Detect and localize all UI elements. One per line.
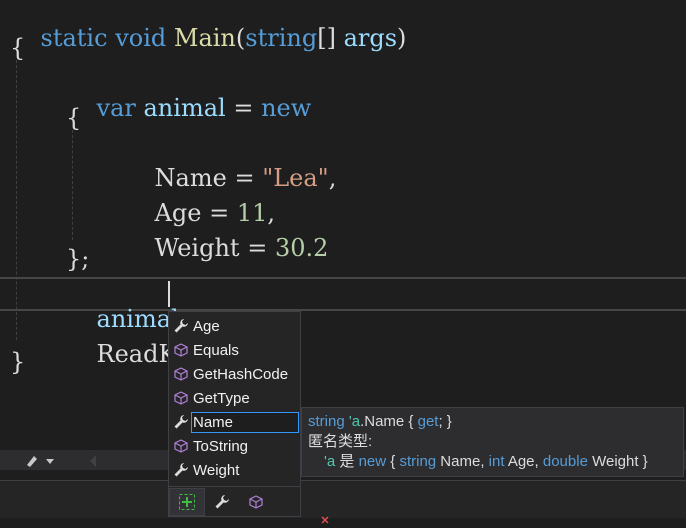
tooltip-text: .Name { [360, 413, 418, 430]
operator: = [233, 94, 254, 122]
tooltip-text: Age, [504, 453, 543, 470]
method-name: Main [173, 24, 236, 52]
type-keyword: string [245, 24, 318, 52]
anonymous-type: 'a [324, 453, 336, 470]
code-line-3: var animal = new [66, 72, 312, 144]
punctuation: [] [317, 24, 336, 52]
completion-item-tostring[interactable]: ToString [169, 434, 300, 458]
code-line-1: static void Main(string[] args) [10, 2, 407, 74]
keyword: static [40, 24, 108, 52]
brush-icon[interactable] [24, 451, 58, 473]
property: Weight [154, 234, 240, 262]
type-keyword: int [488, 453, 505, 470]
completion-item-age[interactable]: Age [169, 314, 300, 338]
completion-item-gethashcode[interactable]: GetHashCode [169, 362, 300, 386]
punctuation: , [328, 164, 337, 192]
type-keyword: string [399, 453, 437, 470]
output-panel [0, 480, 686, 524]
tooltip-anon-label: 匿名类型: [308, 433, 373, 450]
tooltip-text: Weight } [587, 453, 648, 470]
code-line-11: } [10, 348, 26, 376]
keyword: new [261, 94, 312, 122]
tooltip-text: { [386, 453, 400, 470]
code-line-2: { [10, 34, 26, 62]
completion-item-label: ToString [193, 437, 249, 455]
wrench-icon [169, 414, 193, 430]
cube-icon [169, 343, 193, 357]
tooltip-signature: string 'a.Name { get; } [308, 412, 677, 432]
completion-item-label: Name [191, 411, 299, 433]
code-line-7: Weight = 30.2 [124, 212, 329, 284]
completion-item-gettype[interactable]: GetType [169, 386, 300, 410]
punctuation: ( [235, 24, 246, 52]
completion-item-label: GetHashCode [193, 365, 289, 383]
wrench-icon [169, 462, 193, 478]
keyword: var [96, 94, 136, 122]
completion-item-label: GetType [193, 389, 250, 407]
variable: animal [143, 94, 226, 122]
add-filter-icon[interactable] [169, 488, 205, 516]
operator: = [247, 234, 268, 262]
accessor-keyword: get [417, 413, 439, 430]
quick-info-tooltip: string 'a.Name { get; } 匿名类型: 'a 是 new {… [301, 407, 684, 477]
keyword: new [358, 453, 387, 470]
completion-item-weight[interactable]: Weight [169, 458, 300, 482]
keyword: void [115, 24, 167, 52]
code-line-8: }; [66, 245, 90, 273]
completion-item-label: Equals [193, 341, 239, 359]
type-keyword: string [308, 413, 345, 430]
type-keyword: double [542, 453, 588, 470]
completion-filter-bar [169, 486, 300, 517]
completion-item-label: Weight [193, 461, 240, 479]
cube-icon [169, 391, 193, 405]
code-editor[interactable]: static void Main(string[] args) { var an… [0, 0, 686, 450]
tooltip-text: ; } [438, 413, 452, 430]
text-caret [168, 281, 170, 307]
cube-icon [169, 439, 193, 453]
tooltip-anon-def: 'a 是 new { string Name, int Age, double … [308, 452, 677, 472]
punctuation: ) [397, 24, 407, 52]
tooltip-text: 是 [335, 453, 359, 470]
number-literal: 30.2 [274, 234, 329, 262]
cube-filter-icon[interactable] [239, 489, 273, 515]
cube-icon [169, 367, 193, 381]
scroll-left-icon[interactable] [88, 453, 98, 472]
tooltip-text: Name, [436, 453, 489, 470]
completion-item-name[interactable]: Name [169, 410, 300, 434]
indent-guide [72, 130, 73, 240]
wrench-filter-icon[interactable] [205, 489, 239, 515]
completion-item-equals[interactable]: Equals [169, 338, 300, 362]
wrench-icon [169, 318, 193, 334]
completion-list[interactable]: Age Equals GetHashCode GetType Name ToSt… [168, 311, 301, 517]
completion-item-label: Age [193, 317, 220, 335]
parameter: args [343, 24, 398, 52]
code-line-4: { [66, 104, 82, 132]
close-icon[interactable] [320, 509, 334, 528]
anonymous-type: 'a [348, 413, 361, 430]
